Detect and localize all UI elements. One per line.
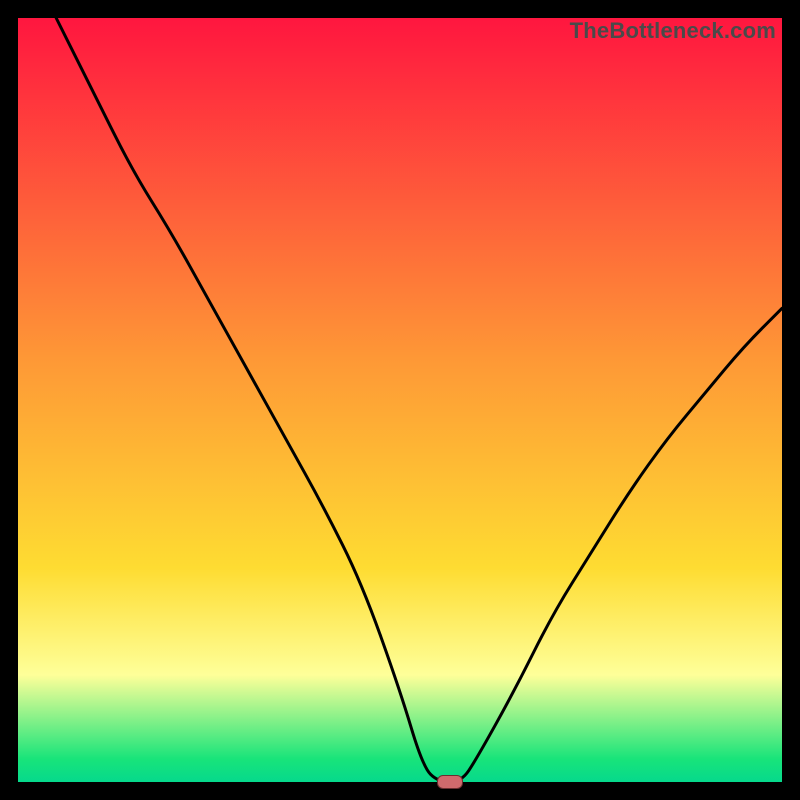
chart-frame: TheBottleneck.com xyxy=(0,0,800,800)
optimal-point-marker xyxy=(437,775,463,789)
bottleneck-curve xyxy=(18,18,782,782)
plot-area: TheBottleneck.com xyxy=(18,18,782,782)
